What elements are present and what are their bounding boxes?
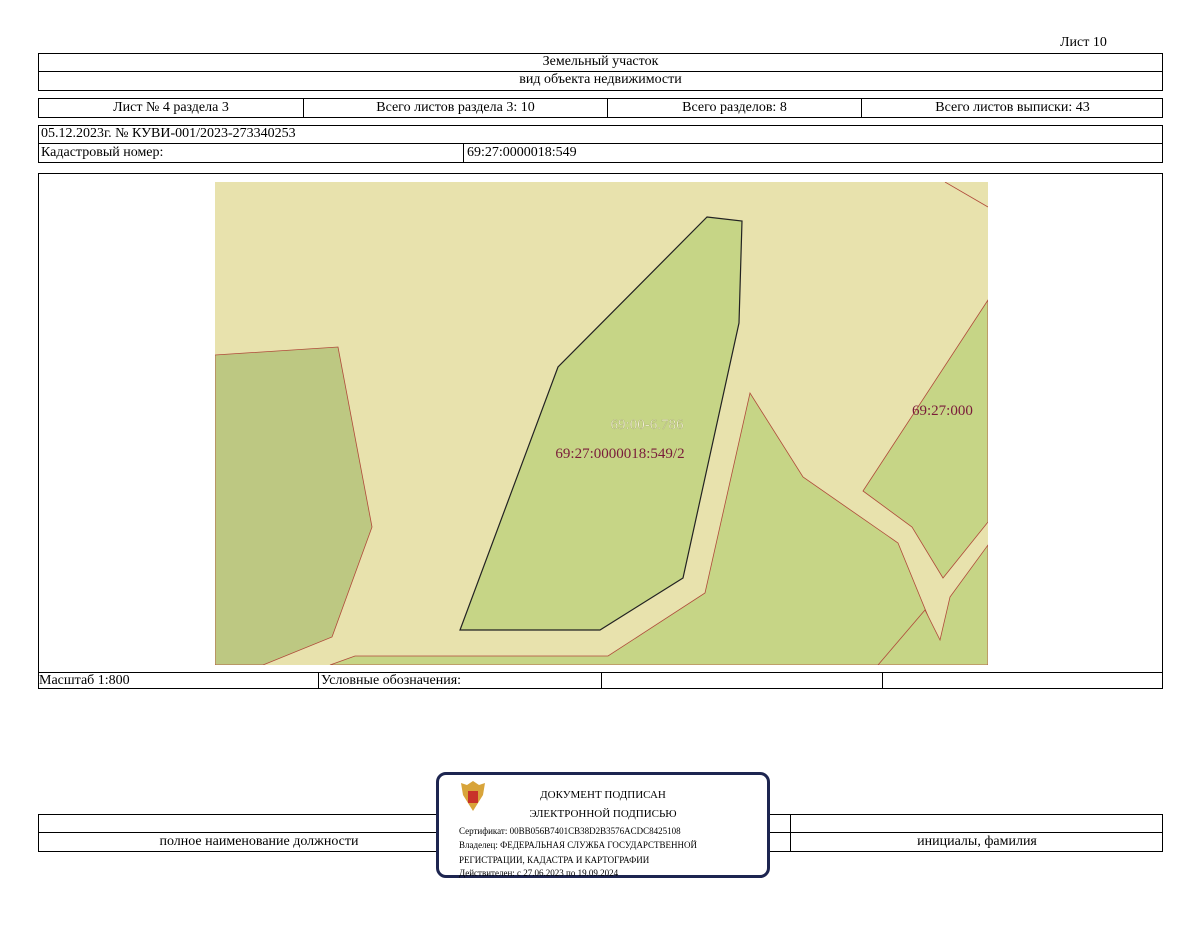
stamp-owner2: РЕГИСТРАЦИИ, КАДАСТРА И КАРТОГРАФИИ — [459, 855, 650, 865]
neighbor-parcel-label: 69:27:000 — [912, 403, 973, 419]
parcel-label: 69:27:0000018:549/2 — [555, 446, 684, 462]
name-caption: инициалы, фамилия — [790, 833, 1163, 851]
electronic-signature-stamp: ДОКУМЕНТ ПОДПИСАН ЭЛЕКТРОННОЙ ПОДПИСЬЮ С… — [436, 772, 770, 878]
page: Лист 10 Земельный участок вид объекта не… — [0, 0, 1200, 927]
legend-cell — [882, 673, 1163, 688]
stamp-line1: ДОКУМЕНТ ПОДПИСАН — [540, 789, 666, 801]
zone-label: 69:00-6.786 — [611, 417, 684, 433]
stamp-line2: ЭЛЕКТРОННОЙ ПОДПИСЬЮ — [529, 808, 677, 820]
divider — [790, 815, 791, 832]
scale: Масштаб 1:800 — [39, 673, 130, 688]
stamp-valid: Действителен: с 27.06.2023 по 19.09.2024 — [459, 868, 619, 878]
stamp-certificate: Сертификат: 00BB056B7401CB38D2B3576ACDC8… — [459, 826, 681, 836]
legend-cell — [601, 673, 882, 688]
legend-label: Условные обозначения: — [318, 673, 601, 688]
position-caption: полное наименование должности — [159, 834, 359, 849]
stamp-owner1: Владелец: ФЕДЕРАЛЬНАЯ СЛУЖБА ГОСУДАРСТВЕ… — [459, 840, 698, 850]
legend-row: Масштаб 1:800 Условные обозначения: — [38, 672, 1163, 689]
